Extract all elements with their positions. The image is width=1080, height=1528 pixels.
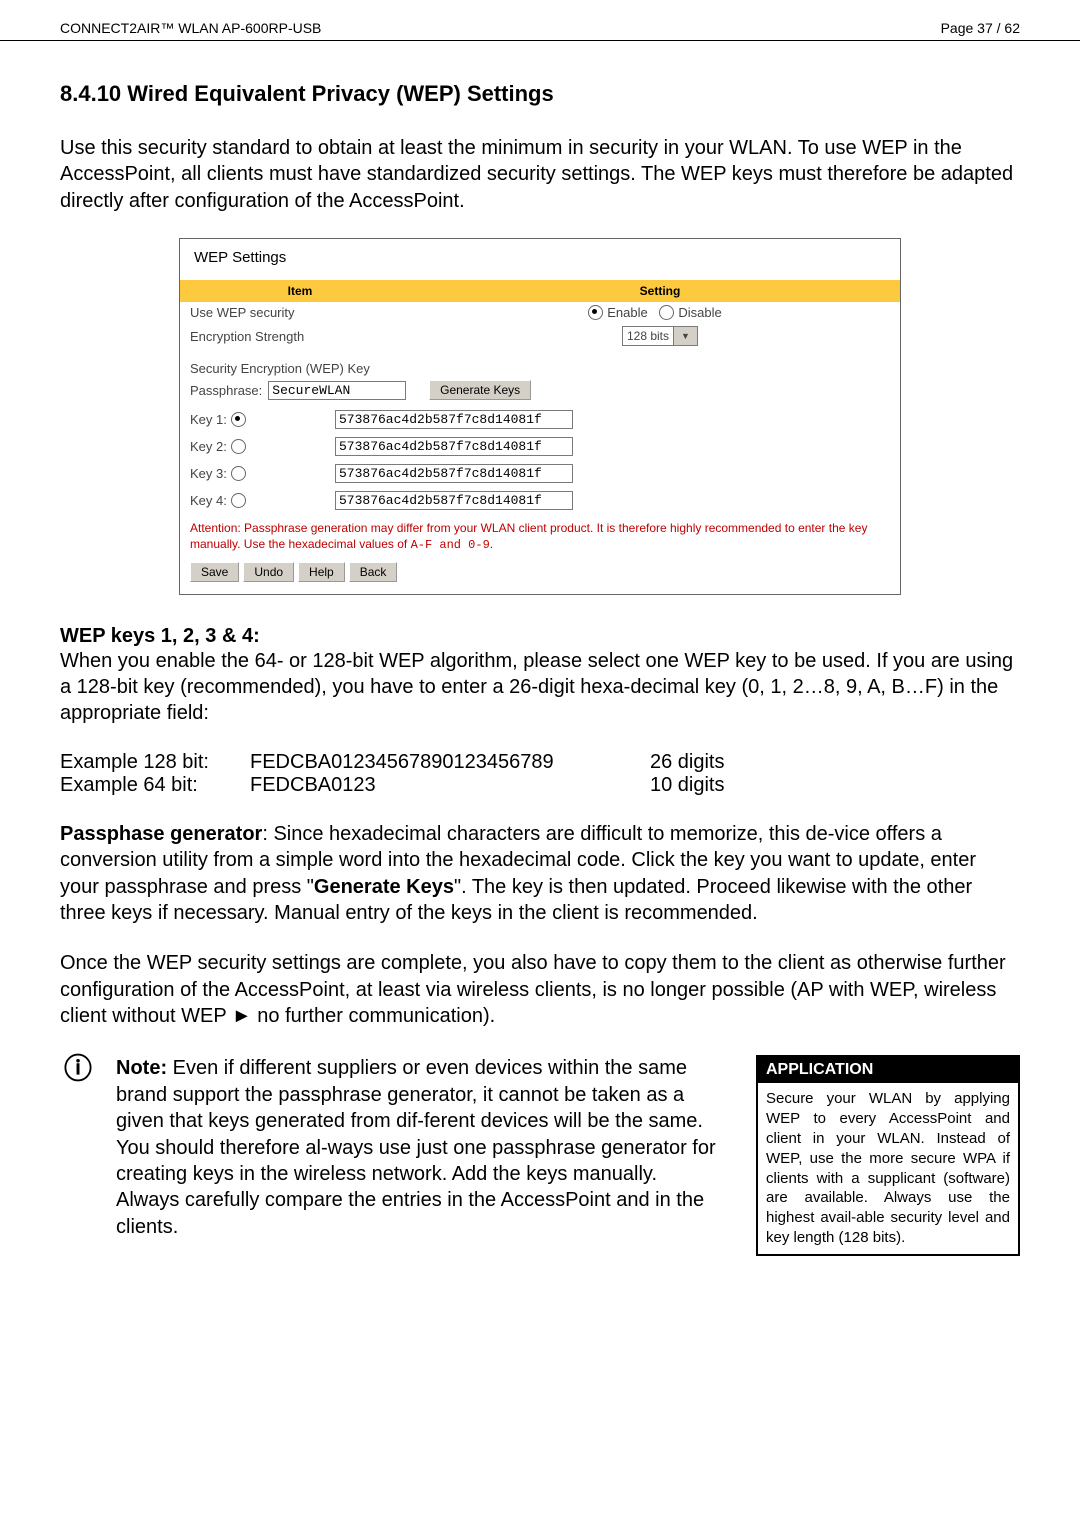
passphrase-paragraph: Passphase generator: Since hexadecimal c… bbox=[60, 821, 1020, 927]
encryption-label: Encryption Strength bbox=[190, 329, 420, 344]
doc-header-left: CONNECT2AIR™ WLAN AP-600RP-USB bbox=[60, 20, 321, 36]
col-item: Item bbox=[180, 280, 420, 302]
security-key-label: Security Encryption (WEP) Key bbox=[180, 357, 900, 378]
application-body: Secure your WLAN by applying WEP to ever… bbox=[758, 1083, 1018, 1253]
enable-label: Enable bbox=[607, 305, 647, 320]
key1-label: Key 1: bbox=[190, 412, 227, 427]
passphrase-input[interactable] bbox=[268, 381, 406, 400]
generate-keys-button[interactable]: Generate Keys bbox=[429, 380, 531, 400]
wep-settings-panel: WEP Settings Item Setting Use WEP securi… bbox=[179, 238, 901, 594]
disable-label: Disable bbox=[678, 305, 721, 320]
use-wep-label: Use WEP security bbox=[190, 305, 420, 320]
section-title: 8.4.10 Wired Equivalent Privacy (WEP) Se… bbox=[60, 81, 1020, 107]
encryption-select[interactable]: 128 bits ▼ bbox=[622, 326, 698, 346]
key1-input[interactable] bbox=[335, 410, 573, 429]
info-icon: ⓘ bbox=[60, 1055, 96, 1255]
key3-label: Key 3: bbox=[190, 466, 227, 481]
key1-radio[interactable] bbox=[231, 412, 246, 427]
note-text: Note: Even if different suppliers or eve… bbox=[116, 1055, 736, 1255]
application-box: APPLICATION Secure your WLAN by applying… bbox=[756, 1055, 1020, 1255]
key2-radio[interactable] bbox=[231, 439, 246, 454]
application-title: APPLICATION bbox=[758, 1057, 1018, 1083]
key2-input[interactable] bbox=[335, 437, 573, 456]
key2-label: Key 2: bbox=[190, 439, 227, 454]
warning-text: Attention: Passphrase generation may dif… bbox=[180, 514, 900, 555]
copy-paragraph: Once the WEP security settings are compl… bbox=[60, 950, 1020, 1029]
key4-input[interactable] bbox=[335, 491, 573, 510]
passphrase-label: Passphrase: bbox=[190, 383, 262, 398]
key4-label: Key 4: bbox=[190, 493, 227, 508]
chevron-down-icon: ▼ bbox=[673, 327, 697, 345]
keys-section-title: WEP keys 1, 2, 3 & 4: bbox=[60, 625, 1020, 648]
help-button[interactable]: Help bbox=[298, 562, 345, 582]
undo-button[interactable]: Undo bbox=[243, 562, 294, 582]
encryption-value: 128 bits bbox=[623, 329, 673, 343]
disable-radio[interactable] bbox=[659, 305, 674, 320]
doc-header-right: Page 37 / 62 bbox=[941, 20, 1020, 36]
intro-paragraph: Use this security standard to obtain at … bbox=[60, 135, 1020, 214]
key3-input[interactable] bbox=[335, 464, 573, 483]
wep-panel-title: WEP Settings bbox=[180, 239, 900, 280]
enable-radio[interactable] bbox=[588, 305, 603, 320]
col-setting: Setting bbox=[420, 280, 900, 302]
keys-paragraph: When you enable the 64- or 128-bit WEP a… bbox=[60, 648, 1020, 727]
save-button[interactable]: Save bbox=[190, 562, 239, 582]
back-button[interactable]: Back bbox=[349, 562, 398, 582]
key4-radio[interactable] bbox=[231, 493, 246, 508]
examples-block: Example 128 bit: FEDCBA01234567890123456… bbox=[60, 751, 1020, 797]
key3-radio[interactable] bbox=[231, 466, 246, 481]
